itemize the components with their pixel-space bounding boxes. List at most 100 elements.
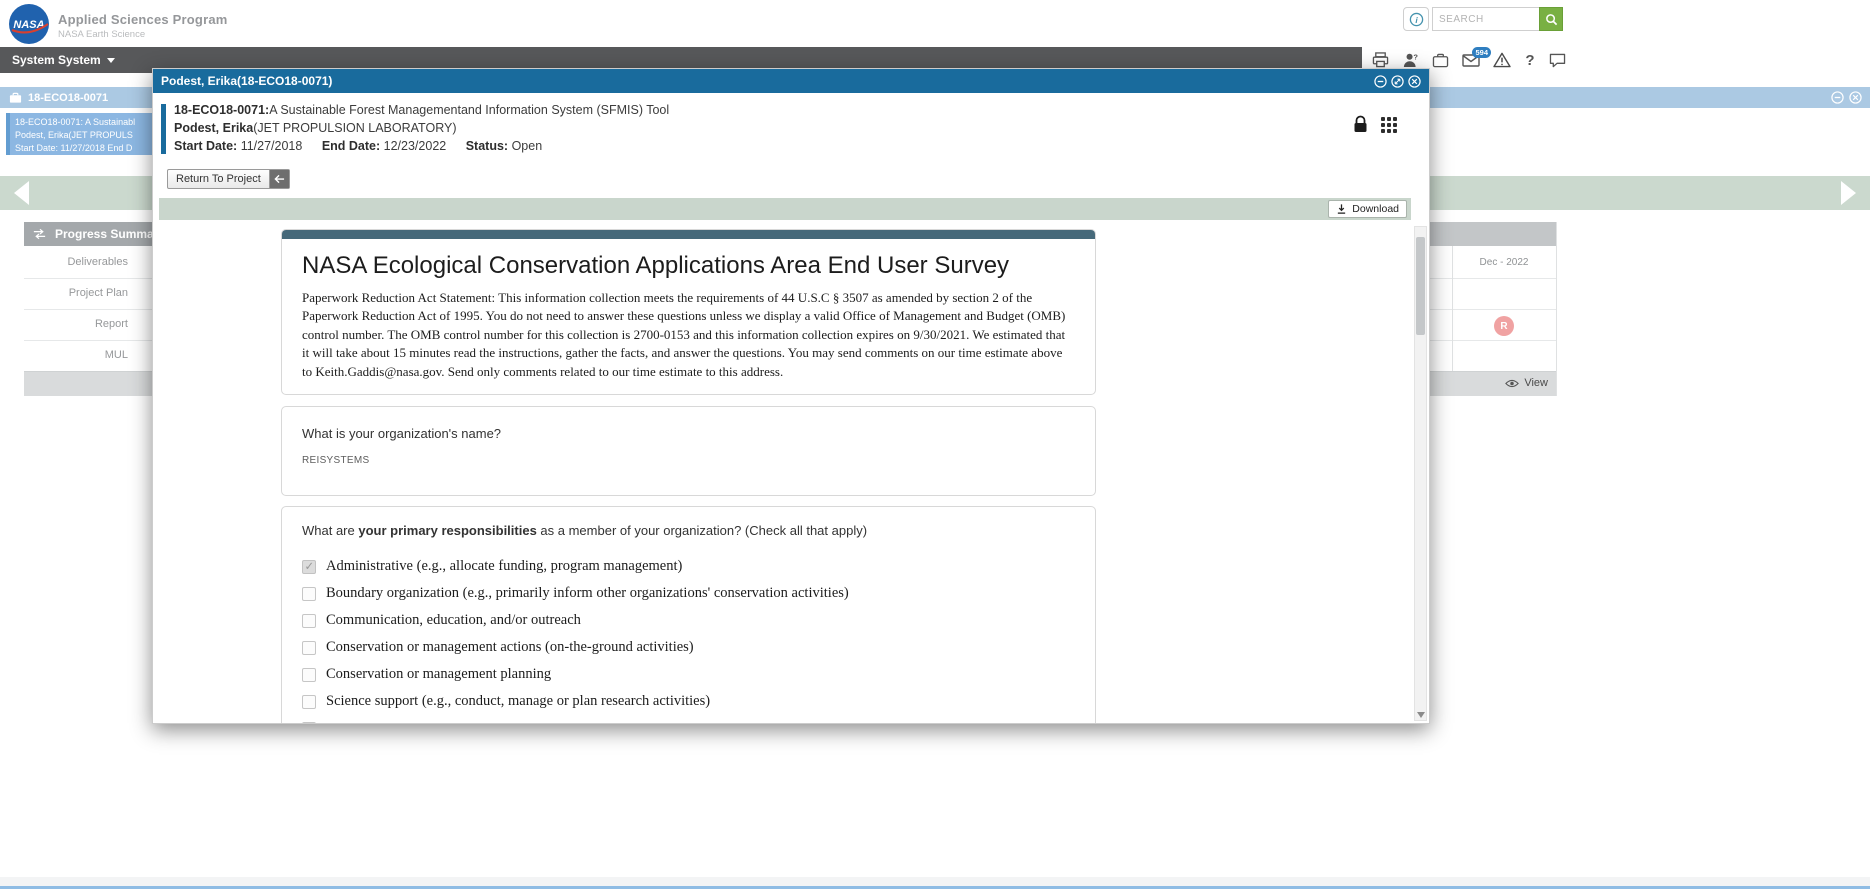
- brand-subtitle: NASA Earth Science: [58, 29, 228, 40]
- download-icon: [1336, 203, 1347, 215]
- status-value: Open: [512, 139, 543, 153]
- question-suffix: as a member of your organization? (Check…: [537, 523, 867, 538]
- q2-options: Administrative (e.g., allocate funding, …: [302, 553, 1075, 723]
- chat-icon[interactable]: [1549, 53, 1566, 68]
- survey-option-row: Administrative (e.g., allocate funding, …: [302, 553, 1075, 580]
- survey-intro-card: NASA Ecological Conservation Application…: [281, 229, 1096, 395]
- survey-title: NASA Ecological Conservation Application…: [302, 252, 1075, 280]
- survey-option-row: Boundary organization (e.g., primarily i…: [302, 580, 1075, 607]
- modal-titlebar[interactable]: Podest, Erika(18-ECO18-0071): [153, 69, 1429, 93]
- download-button[interactable]: Download: [1328, 200, 1407, 218]
- grid-line: [1556, 222, 1557, 396]
- option-label: Administrative (e.g., allocate funding, …: [326, 558, 682, 575]
- info-button[interactable]: i: [1403, 7, 1429, 31]
- option-label: Conservation or management actions (on-t…: [326, 639, 694, 656]
- chevron-right-icon[interactable]: [1841, 181, 1856, 205]
- checkbox-unchecked[interactable]: [302, 614, 316, 628]
- survey-header-strip: [282, 230, 1095, 239]
- end-date-value: 12/23/2022: [384, 139, 447, 153]
- return-arrow-icon: [269, 170, 289, 188]
- info-icon: i: [1409, 12, 1424, 27]
- checkbox-unchecked[interactable]: [302, 668, 316, 682]
- search-button[interactable]: [1539, 7, 1563, 31]
- checkbox-checked[interactable]: [302, 560, 316, 574]
- project-accent-bar: [161, 104, 166, 154]
- start-date-value: 11/27/2018: [241, 139, 303, 153]
- option-label: Boundary organization (e.g., primarily i…: [326, 585, 849, 602]
- question-text: What is your organization's name?: [302, 426, 1075, 441]
- start-date-label: Start Date:: [174, 139, 237, 153]
- scrollbar-thumb[interactable]: [1416, 237, 1425, 335]
- progress-row-report: Report: [24, 318, 128, 330]
- view-label: View: [1524, 377, 1548, 389]
- question-bold: your primary responsibilities: [358, 523, 536, 538]
- project-list-item-selected[interactable]: 18-ECO18-0071: A Sustainabl Podest, Erik…: [6, 113, 152, 155]
- report-status-badge[interactable]: R: [1494, 316, 1514, 336]
- option-label: Conservation or management planning: [326, 666, 551, 683]
- brand-title: Applied Sciences Program: [58, 12, 228, 27]
- project-item-line1: 18-ECO18-0071: A Sustainabl: [15, 116, 152, 129]
- mail-icon[interactable]: 594: [1462, 54, 1480, 67]
- system-menu-label: System System: [12, 53, 101, 67]
- svg-text:?: ?: [1413, 53, 1418, 62]
- close-icon[interactable]: [1849, 91, 1862, 104]
- help-icon[interactable]: ?: [1524, 52, 1536, 68]
- download-toolbar: Download: [159, 198, 1411, 220]
- tab-label: 18-ECO18-0071: [28, 92, 108, 104]
- project-dates-line: Start Date: 11/27/2018 End Date: 12/23/2…: [174, 138, 669, 156]
- expand-icon[interactable]: [1391, 75, 1404, 88]
- project-pi-line: Podest, Erika(JET PROPULSION LABORATORY): [174, 120, 669, 138]
- pi-name: Podest, Erika: [174, 121, 253, 135]
- alert-icon[interactable]: [1493, 52, 1511, 68]
- survey-option-row: Science support (e.g., conduct, manage o…: [302, 688, 1075, 715]
- project-survey-modal: Podest, Erika(18-ECO18-0071) 18-ECO18-00…: [152, 68, 1430, 724]
- brand-block: Applied Sciences Program NASA Earth Scie…: [58, 12, 228, 40]
- lock-icon[interactable]: [1353, 115, 1368, 134]
- option-label: Science support (e.g., conduct, manage o…: [326, 693, 710, 710]
- question-prefix: What are: [302, 523, 358, 538]
- scroll-down-arrow-icon[interactable]: [1417, 712, 1425, 718]
- checkbox-unchecked[interactable]: [302, 641, 316, 655]
- nav-icon-tray: ? 594 ?: [1362, 47, 1870, 73]
- search-icon: [1545, 13, 1558, 26]
- grid-icon[interactable]: [1381, 117, 1397, 133]
- user-help-icon[interactable]: ?: [1402, 52, 1419, 68]
- question-card-organization: What is your organization's name? REISYS…: [281, 406, 1096, 496]
- briefcase-icon[interactable]: [1432, 53, 1449, 68]
- status-label: Status:: [466, 139, 508, 153]
- modal-body: 18-ECO18-0071:A Sustainable Forest Manag…: [153, 93, 1429, 723]
- project-info: 18-ECO18-0071:A Sustainable Forest Manag…: [174, 102, 669, 155]
- checkbox-unchecked[interactable]: [302, 695, 316, 709]
- chevron-left-icon[interactable]: [14, 181, 29, 205]
- nasa-logo-icon: NASA: [8, 3, 50, 50]
- modal-controls: [1374, 75, 1421, 88]
- view-link[interactable]: View: [1505, 377, 1548, 389]
- progress-row-mul: MUL: [24, 349, 128, 361]
- system-menu[interactable]: System System: [12, 47, 115, 73]
- horizontal-scrollbar[interactable]: [0, 877, 1870, 886]
- project-item-line3: Start Date: 11/27/2018 End D: [15, 142, 152, 155]
- return-button-label: Return To Project: [168, 170, 269, 188]
- close-icon[interactable]: [1408, 75, 1421, 88]
- project-action-icons: [1353, 115, 1397, 134]
- project-item-line2: Podest, Erika(JET PROPULS: [15, 129, 152, 142]
- tab-controls: [1831, 91, 1862, 104]
- survey-document: NASA Ecological Conservation Application…: [281, 229, 1096, 723]
- eye-icon: [1505, 379, 1519, 388]
- checkbox-unchecked[interactable]: [302, 587, 316, 601]
- search-input[interactable]: [1432, 7, 1539, 31]
- survey-option-row: Conservation or management planning: [302, 661, 1075, 688]
- modal-title: Podest, Erika(18-ECO18-0071): [161, 74, 332, 88]
- tab-project[interactable]: 18-ECO18-0071: [9, 87, 108, 108]
- minimize-icon[interactable]: [1374, 75, 1387, 88]
- printer-icon[interactable]: [1372, 52, 1389, 68]
- screen: NASA Applied Sciences Program NASA Earth…: [0, 0, 1870, 889]
- briefcase-icon: [9, 92, 22, 104]
- modal-scrollbar[interactable]: [1414, 226, 1427, 721]
- sync-arrows-icon: [32, 228, 47, 240]
- checkbox-unchecked[interactable]: [302, 722, 316, 723]
- collapse-icon[interactable]: [1831, 91, 1844, 104]
- month-column-header: Dec - 2022: [1452, 246, 1556, 278]
- option-label: Communication, education, and/or outreac…: [326, 612, 581, 629]
- return-to-project-button[interactable]: Return To Project: [167, 169, 290, 189]
